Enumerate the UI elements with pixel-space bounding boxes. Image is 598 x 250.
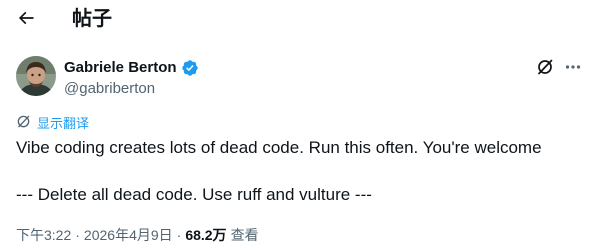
translate-icon — [16, 114, 31, 134]
more-options-button[interactable] — [562, 58, 584, 80]
grok-icon — [536, 58, 554, 81]
arrow-left-icon — [16, 8, 36, 33]
tweet-text-line: Vibe coding creates lots of dead code. R… — [16, 138, 542, 157]
more-horizontal-icon — [564, 58, 582, 81]
page-title: 帖子 — [72, 8, 112, 30]
back-button[interactable] — [10, 4, 42, 36]
author-name-row: Gabriele Berton — [64, 59, 199, 77]
show-translation-label: 显示翻译 — [37, 116, 90, 131]
tweet-metadata: 下午3:22 · 2026年4月9日 · 68.2万 查看 — [16, 226, 259, 244]
tweet-text-line: --- Delete all dead code. Use ruff and v… — [16, 185, 372, 204]
tweet-time[interactable]: 下午3:22 — [16, 226, 71, 244]
avatar[interactable] — [16, 56, 56, 96]
meta-separator: · — [75, 227, 80, 243]
views-label: 查看 — [230, 227, 259, 243]
author-handle[interactable]: @gabriberton — [64, 80, 155, 98]
verified-badge-icon — [181, 59, 199, 77]
meta-separator: · — [176, 227, 182, 243]
author-display-name[interactable]: Gabriele Berton — [64, 59, 177, 77]
tweet-date[interactable]: 2026年4月9日 — [84, 226, 173, 244]
views-count[interactable]: 68.2万 — [185, 226, 226, 244]
grok-button[interactable] — [534, 58, 556, 80]
top-bar: 帖子 — [0, 0, 598, 40]
show-translation-button[interactable]: 显示翻译 — [16, 114, 90, 134]
